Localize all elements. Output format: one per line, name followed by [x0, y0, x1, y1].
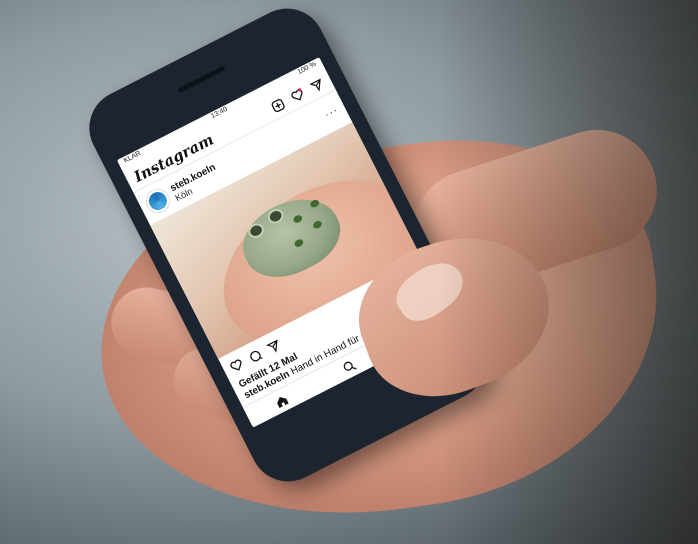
toad-eye [245, 220, 267, 241]
heart-icon[interactable] [228, 357, 245, 374]
phone-speaker [177, 65, 226, 94]
paper-plane-icon[interactable] [265, 337, 282, 354]
toad-spot [292, 213, 304, 225]
toad-spot [293, 237, 305, 249]
comment-icon[interactable] [247, 347, 264, 364]
search-icon[interactable] [340, 357, 357, 374]
toad-spot [311, 219, 324, 230]
finger-upper [397, 114, 673, 306]
more-options-icon[interactable]: ··· [323, 104, 341, 121]
paper-plane-icon[interactable] [308, 76, 325, 93]
avatar[interactable] [143, 186, 173, 216]
heart-icon[interactable] [289, 86, 306, 103]
photo-background: KLAR 13:40 100 % Instagram steb.koeln Kö… [0, 0, 698, 544]
home-icon[interactable] [273, 392, 290, 409]
plus-square-icon[interactable] [269, 96, 286, 113]
toad-eye [265, 206, 286, 227]
